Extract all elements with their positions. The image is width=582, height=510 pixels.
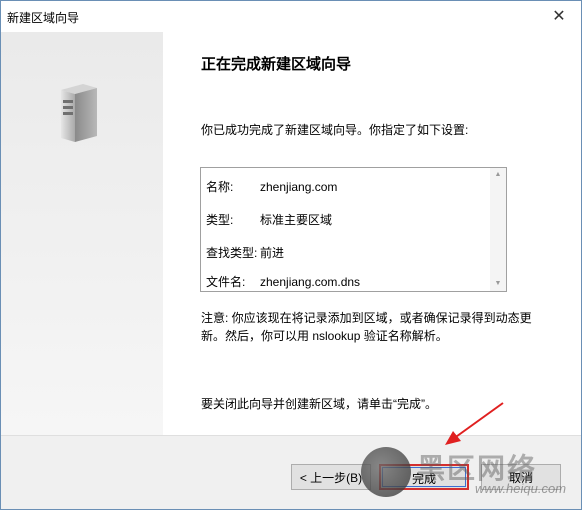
page-title: 正在完成新建区域向导 [201, 56, 352, 73]
scroll-up-icon[interactable]: ▲ [490, 168, 506, 182]
settings-summary-box[interactable]: 名称: zhenjiang.com 类型: 标准主要区域 查找类型: 前进 文件名: z… [200, 167, 507, 292]
summary-label: 查找类型: [206, 246, 258, 260]
server-icon [61, 84, 97, 142]
close-hint-text: 要关闭此向导并创建新区域，请单击“完成”。 [201, 397, 437, 411]
summary-row-name: 名称: zhenjiang.com [206, 178, 337, 196]
wizard-window: 新建区域向导 ✕ 正在完成新建区域向导 你已成功完成了新建区域向导。你指定了如下… [0, 0, 582, 510]
summary-scrollbar[interactable]: ▲ ▼ [490, 168, 506, 291]
intro-text: 你已成功完成了新建区域向导。你指定了如下设置: [201, 123, 469, 137]
wizard-side-panel [1, 32, 163, 435]
summary-value: 标准主要区域 [260, 213, 333, 227]
wizard-content: 正在完成新建区域向导 你已成功完成了新建区域向导。你指定了如下设置: 名称: zh… [163, 32, 581, 435]
summary-label: 类型: [206, 213, 234, 227]
close-button[interactable]: ✕ [537, 1, 581, 32]
summary-row-lookup: 查找类型: 前进 [206, 244, 284, 262]
watermark-logo-icon [361, 447, 411, 497]
window-title: 新建区域向导 [7, 11, 80, 25]
title-bar: 新建区域向导 ✕ [1, 1, 581, 32]
scroll-down-icon[interactable]: ▼ [490, 277, 506, 291]
red-arrow-annotation-icon [445, 402, 504, 445]
watermark: 黑区网络 www.heiqu.com [361, 447, 581, 503]
summary-label: 文件名: [206, 275, 246, 289]
note-text: 注意: 你应该现在将记录添加到区域，或者确保记录得到动态更新。然后，你可以用 n… [201, 311, 532, 343]
summary-row-type: 类型: 标准主要区域 [206, 211, 332, 229]
summary-label: 名称: [206, 180, 234, 194]
summary-row-filename: 文件名: zhenjiang.com.dns [206, 273, 360, 291]
back-button[interactable]: < 上一步(B) [291, 464, 371, 490]
summary-value: zhenjiang.com [260, 180, 338, 194]
summary-value: zhenjiang.com.dns [260, 275, 361, 289]
watermark-url: www.heiqu.com [475, 481, 567, 496]
summary-value: 前进 [260, 246, 285, 260]
